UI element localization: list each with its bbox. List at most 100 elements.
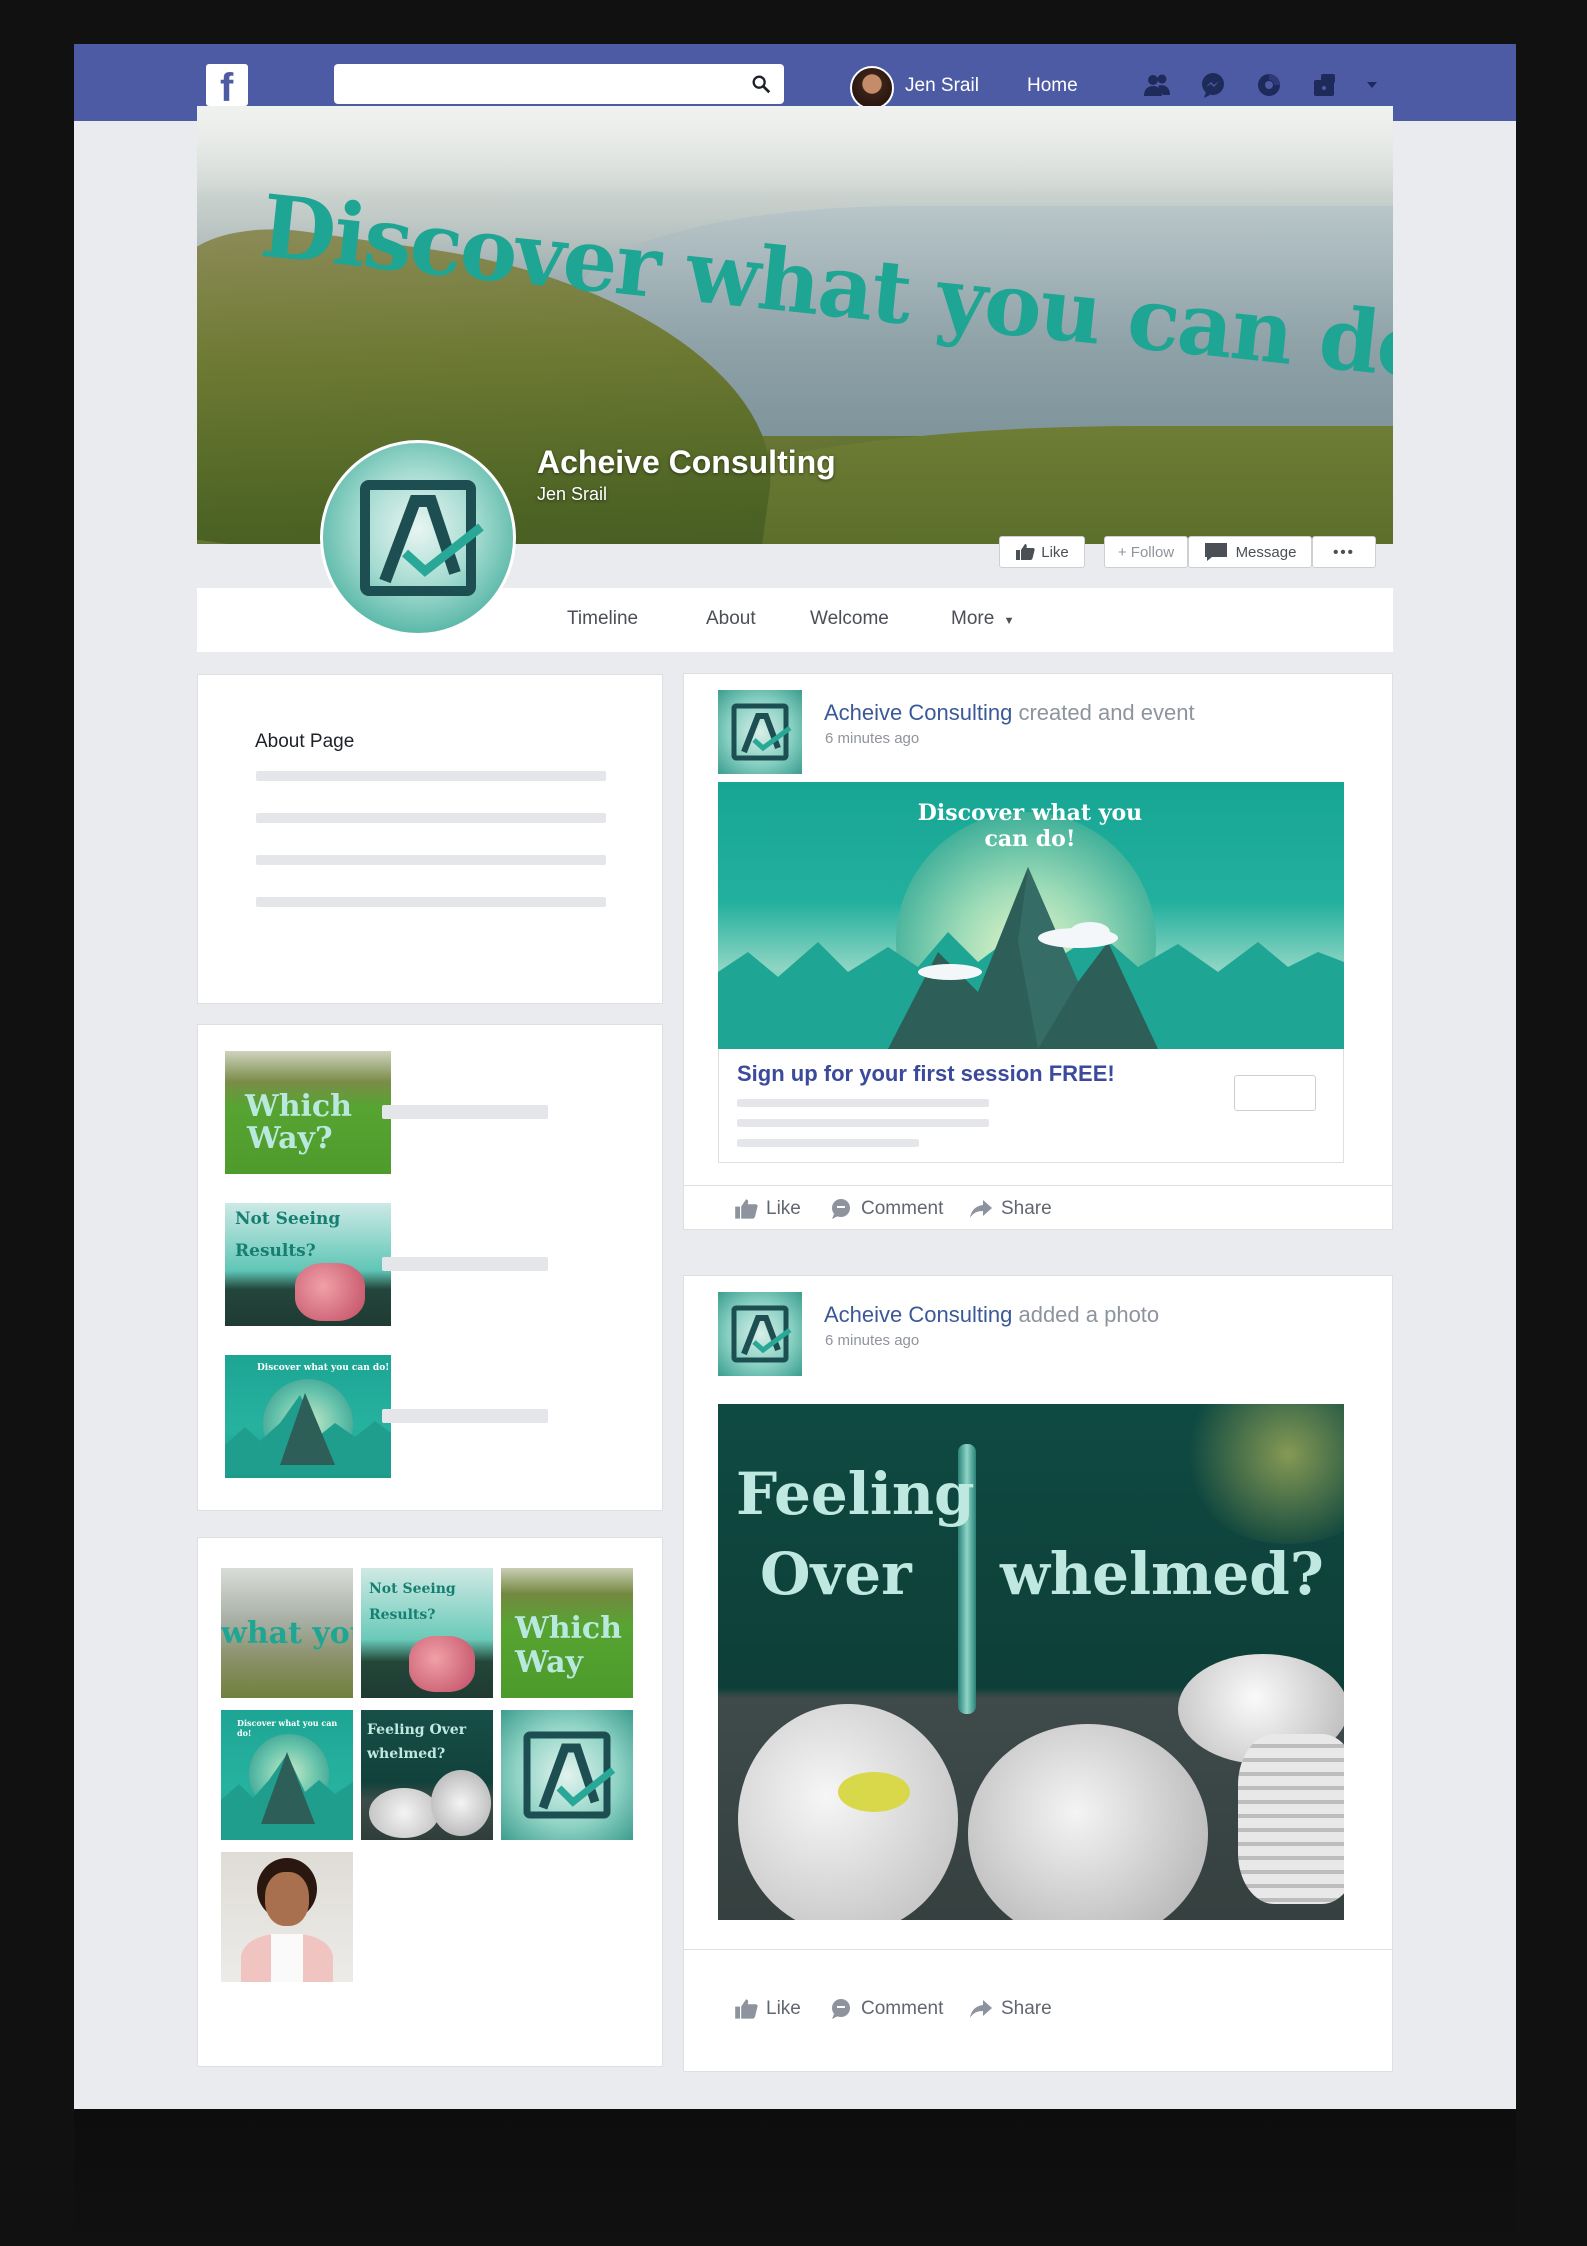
post-header: Acheive Consulting added a photo [824, 1302, 1159, 1328]
photo-tile-4[interactable]: Discover what you can do! [221, 1710, 353, 1840]
event-title[interactable]: Sign up for your first session FREE! [737, 1061, 1115, 1087]
tab-more-label: More [951, 608, 995, 629]
share-icon [970, 2000, 992, 2018]
search-input[interactable] [344, 64, 728, 104]
tab-timeline[interactable]: Timeline [567, 608, 638, 630]
photo-tile-1[interactable]: what you c [221, 1568, 353, 1698]
event-details-box[interactable]: Sign up for your first session FREE! [718, 1049, 1344, 1163]
post-action-text: added a photo [1018, 1302, 1160, 1327]
dropdown-icon[interactable] [1362, 70, 1382, 100]
page-subtitle[interactable]: Jen Srail [537, 484, 607, 505]
post-author-avatar[interactable] [718, 1292, 802, 1376]
like-page-button[interactable]: Like [999, 536, 1085, 568]
event-post-card: Acheive Consulting created and event 6 m… [683, 673, 1393, 1230]
event-image-text: Discover what you can do! [917, 800, 1143, 852]
messenger-icon[interactable] [1198, 70, 1228, 100]
page-name[interactable]: Acheive Consulting [537, 444, 836, 481]
face-shape [265, 1872, 309, 1926]
thumbs-up-icon [1016, 544, 1035, 560]
acheive-logo-icon [731, 703, 792, 761]
not-seeing-results-thumbnail[interactable]: Not Seeing Results? [225, 1203, 391, 1326]
share-icon [970, 1200, 992, 1218]
caret-down-icon: ▼ [1003, 615, 1015, 627]
about-card-title[interactable]: About Page [255, 731, 354, 753]
acheive-logo-icon [523, 1731, 616, 1819]
post-action-text: created and event [1018, 700, 1195, 725]
placeholder-line [737, 1119, 989, 1127]
photo-tile-7[interactable] [221, 1852, 353, 1982]
post-timestamp[interactable]: 6 minutes ago [825, 730, 919, 747]
divider [684, 1949, 1392, 1950]
search-icon[interactable] [750, 73, 772, 95]
mountain-icon [225, 1393, 391, 1475]
search-bar [334, 64, 784, 104]
help-icon[interactable] [1310, 70, 1340, 100]
like-action-button[interactable]: Like [734, 1198, 801, 1220]
share-action-button[interactable]: Share [969, 1998, 1052, 2020]
post-timestamp[interactable]: 6 minutes ago [825, 1332, 919, 1349]
overwhelmed-photo[interactable]: Feeling Over whelmed? [718, 1404, 1344, 1920]
photo-tile-2[interactable]: Not Seeing Results? [361, 1568, 493, 1698]
share-action-button[interactable]: Share [969, 1198, 1052, 1220]
follow-button[interactable]: + Follow [1104, 536, 1188, 568]
home-link[interactable]: Home [1027, 75, 1078, 97]
photo-tile-3[interactable]: Which Way [501, 1568, 633, 1698]
photo-text-over: Over [760, 1540, 912, 1608]
message-button[interactable]: Message [1188, 536, 1312, 568]
post-author-link[interactable]: Acheive Consulting [824, 1302, 1012, 1327]
more-options-button[interactable]: ••• [1312, 536, 1376, 568]
tab-about[interactable]: About [706, 608, 756, 630]
user-name-link[interactable]: Jen Srail [905, 75, 979, 97]
placeholder-line [256, 897, 606, 907]
mountain-icon [221, 1752, 353, 1840]
stacked-plates [1238, 1734, 1344, 1904]
user-avatar[interactable] [850, 66, 894, 110]
about-card: About Page [197, 674, 663, 1004]
post-author-link[interactable]: Acheive Consulting [824, 700, 1012, 725]
dish-illustration [738, 1704, 958, 1920]
post-header: Acheive Consulting created and event [824, 700, 1195, 726]
recent-posts-card: Which Way? Not Seeing Results? Discover … [197, 1024, 663, 1511]
lemon-slice [838, 1772, 910, 1812]
thumbs-up-icon [735, 1199, 758, 1219]
placeholder-line [737, 1099, 989, 1107]
placeholder-line [382, 1105, 548, 1119]
acheive-logo-icon [731, 1305, 792, 1363]
discover-thumbnail[interactable]: Discover what you can do! [225, 1355, 391, 1478]
event-interested-button[interactable] [1234, 1075, 1316, 1111]
message-icon [1204, 543, 1227, 561]
placeholder-line [256, 813, 606, 823]
placeholder-line [256, 771, 606, 781]
like-action-button[interactable]: Like [734, 1998, 801, 2020]
placeholder-line [737, 1139, 919, 1147]
browser-window: f Jen Srail Home Discover what you can d… [74, 44, 1516, 2109]
photo-text-feeling: Feeling [736, 1460, 975, 1528]
page-profile-picture[interactable] [320, 440, 516, 636]
photo-tile-6[interactable] [501, 1710, 633, 1840]
tab-welcome[interactable]: Welcome [810, 608, 889, 630]
comment-icon [832, 1999, 850, 2019]
post-author-avatar[interactable] [718, 690, 802, 774]
shirt-shape [271, 1934, 303, 1982]
photos-card: what you c Not Seeing Results? Which Way… [197, 1537, 663, 2067]
thumbs-up-icon [735, 1999, 758, 2019]
notifications-icon[interactable] [1254, 70, 1284, 100]
facebook-logo[interactable]: f [206, 64, 248, 110]
placeholder-line [256, 855, 606, 865]
comment-action-button[interactable]: Comment [829, 1998, 943, 2020]
window-shadow [74, 2109, 1516, 2246]
comment-action-button[interactable]: Comment [829, 1198, 943, 1220]
comment-icon [832, 1199, 850, 1219]
divider [684, 1185, 1392, 1186]
event-cover-image[interactable]: Discover what you can do! [718, 782, 1344, 1049]
which-way-thumbnail[interactable]: Which Way? [225, 1051, 391, 1174]
friends-icon[interactable] [1142, 70, 1172, 100]
radish-illustration [295, 1263, 365, 1321]
plate-illustration [968, 1724, 1208, 1920]
tab-more[interactable]: More ▼ [951, 608, 1014, 630]
acheive-logo-icon [360, 480, 484, 596]
photo-text-whelmed: whelmed? [1000, 1540, 1324, 1608]
cover-fog [197, 106, 1393, 196]
photo-tile-5[interactable]: Feeling Over whelmed? [361, 1710, 493, 1840]
placeholder-line [382, 1409, 548, 1423]
